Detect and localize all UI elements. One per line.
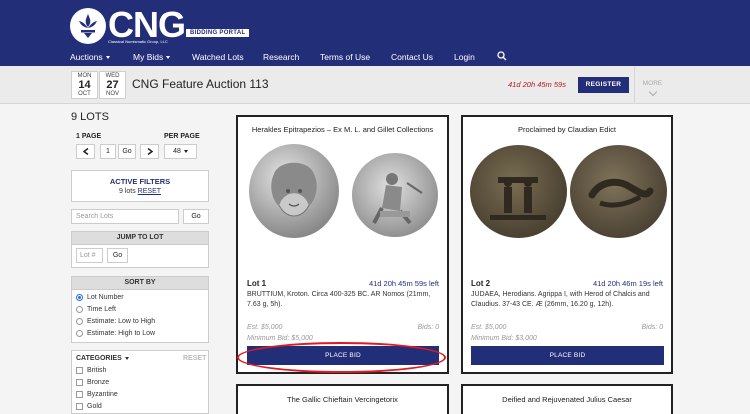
auction-title: CNG Feature Auction 113 bbox=[132, 77, 269, 91]
lot-number[interactable]: Lot 1 bbox=[247, 279, 266, 288]
per-page-select[interactable]: 48 bbox=[164, 144, 197, 159]
reset-filters-link[interactable]: RESET bbox=[138, 188, 161, 195]
chevron-down-icon bbox=[105, 56, 110, 60]
category-gold[interactable]: Gold bbox=[76, 403, 102, 410]
lot-card-header: Proclaimed by Claudian Edict bbox=[518, 125, 616, 134]
lot-bid-count: Bids: 0 bbox=[417, 324, 439, 331]
nav-auctions[interactable]: Auctions bbox=[70, 52, 110, 62]
lot-2-obverse-image[interactable] bbox=[470, 145, 567, 238]
nav-research[interactable]: Research bbox=[263, 52, 299, 62]
categories-toggle[interactable]: CATEGORIES bbox=[76, 355, 129, 362]
page-number-input[interactable]: 1 bbox=[100, 144, 116, 159]
checkbox-icon bbox=[76, 379, 83, 386]
start-month: OCT bbox=[78, 91, 91, 97]
logo-wordmark: CNG bbox=[108, 4, 186, 45]
logo-emblem-icon bbox=[70, 8, 106, 44]
category-british[interactable]: British bbox=[76, 367, 106, 374]
lot-estimate: Est. $5,000 bbox=[471, 324, 507, 331]
cng-logo[interactable]: CNG Classical Numismatic Group, LLC bbox=[70, 4, 186, 45]
lot-1-reverse-image[interactable] bbox=[352, 153, 438, 237]
auction-bar: MON 14 OCT WED 27 NOV CNG Feature Auctio… bbox=[0, 66, 750, 104]
lot-2-reverse-image[interactable] bbox=[570, 145, 667, 238]
start-day: 14 bbox=[78, 79, 91, 91]
radio-icon bbox=[76, 330, 83, 337]
search-icon[interactable] bbox=[497, 51, 507, 63]
lot-time-left: 41d 20h 46m 19s left bbox=[592, 279, 663, 288]
lot-time-left: 41d 20h 45m 59s left bbox=[368, 279, 439, 288]
active-filters-panel: ACTIVE FILTERS 9 lots RESET bbox=[71, 170, 209, 202]
sort-by-header: SORT BY bbox=[71, 276, 209, 290]
chevron-down-icon bbox=[166, 56, 171, 60]
lot-number-input[interactable]: Lot # bbox=[76, 248, 103, 263]
more-button[interactable]: MORE bbox=[634, 66, 670, 104]
active-filters-title: ACTIVE FILTERS bbox=[109, 177, 171, 186]
sort-option-est-high-low[interactable]: Estimate: High to Low bbox=[76, 330, 155, 337]
page-count-label: 1 PAGE bbox=[76, 133, 102, 140]
nav-terms-of-use[interactable]: Terms of Use bbox=[320, 52, 370, 62]
lot-description: JUDAEA, Herodians. Agrippa I, with Herod… bbox=[471, 291, 650, 308]
jump-to-lot-header: JUMP TO LOT bbox=[71, 231, 209, 245]
checkbox-icon bbox=[76, 367, 83, 374]
lot-number[interactable]: Lot 2 bbox=[471, 279, 490, 288]
bidding-portal-badge: BIDDING PORTAL bbox=[186, 29, 250, 37]
jump-go-button[interactable]: Go bbox=[107, 248, 128, 263]
chevron-down-icon bbox=[648, 87, 657, 97]
nav-my-bids[interactable]: My Bids bbox=[133, 52, 171, 62]
next-page-button[interactable] bbox=[140, 144, 159, 159]
lot-bid-count: Bids: 0 bbox=[641, 324, 663, 331]
lot-1-obverse-image[interactable] bbox=[249, 144, 339, 238]
lot-card-1: Herakles Epitrapezios – Ex M. L. and Gil… bbox=[236, 115, 449, 374]
checkbox-icon bbox=[76, 391, 83, 398]
sort-option-est-low-high[interactable]: Estimate: Low to High bbox=[76, 318, 155, 325]
lot-estimate: Est. $5,000 bbox=[247, 324, 283, 331]
active-filters-summary: 9 lots RESET bbox=[118, 188, 162, 195]
category-byzantine[interactable]: Byzantine bbox=[76, 391, 118, 398]
auction-countdown: 41d 20h 45m 59s bbox=[508, 80, 566, 89]
chevron-down-icon bbox=[124, 356, 129, 360]
sort-option-time-left[interactable]: Time Left bbox=[76, 306, 116, 313]
chevron-down-icon bbox=[183, 149, 188, 153]
lot-card-4: Deified and Rejuvenated Julius Caesar bbox=[461, 384, 673, 414]
checkbox-icon bbox=[76, 403, 83, 410]
lot-card-header: The Gallic Chieftain Vercingetorix bbox=[287, 395, 398, 404]
register-button[interactable]: REGISTER bbox=[578, 77, 629, 93]
logo-subtext: Classical Numismatic Group, LLC bbox=[108, 39, 168, 44]
radio-selected-icon bbox=[76, 294, 83, 301]
lots-count: 9 LOTS bbox=[71, 111, 109, 123]
lot-minimum-bid: Minimum Bid: $5,000 bbox=[247, 335, 313, 342]
sort-option-lot-number[interactable]: Lot Number bbox=[76, 294, 124, 301]
place-bid-button[interactable]: PLACE BID bbox=[471, 346, 664, 365]
category-bronze[interactable]: Bronze bbox=[76, 379, 109, 386]
categories-reset[interactable]: RESET bbox=[183, 355, 206, 362]
more-label: MORE bbox=[642, 80, 663, 87]
page-go-button[interactable]: Go bbox=[118, 144, 136, 159]
lot-card-header: Deified and Rejuvenated Julius Caesar bbox=[502, 395, 632, 404]
highlight-oval bbox=[237, 342, 446, 373]
end-day: 27 bbox=[106, 79, 119, 91]
prev-page-button[interactable] bbox=[76, 144, 95, 159]
lot-card-2: Proclaimed by Claudian Edict Lot 2 41d 2… bbox=[461, 115, 673, 374]
search-lots-input[interactable]: Search Lots bbox=[71, 209, 179, 224]
start-date: MON 14 OCT bbox=[71, 71, 98, 99]
nav-contact-us[interactable]: Contact Us bbox=[391, 52, 433, 62]
lot-description: BRUTTIUM, Kroton. Circa 400-325 BC. AR N… bbox=[247, 291, 431, 308]
end-month: NOV bbox=[105, 91, 119, 97]
lot-card-3: The Gallic Chieftain Vercingetorix bbox=[236, 384, 449, 414]
radio-icon bbox=[76, 306, 83, 313]
per-page-label: PER PAGE bbox=[164, 133, 200, 140]
radio-icon bbox=[76, 318, 83, 325]
nav-login[interactable]: Login bbox=[454, 52, 475, 62]
search-go-button[interactable]: Go bbox=[183, 209, 209, 224]
lot-card-header: Herakles Epitrapezios – Ex M. L. and Gil… bbox=[251, 125, 434, 134]
end-date: WED 27 NOV bbox=[99, 71, 126, 99]
top-header: CNG Classical Numismatic Group, LLC BIDD… bbox=[0, 0, 750, 66]
nav-watched-lots[interactable]: Watched Lots bbox=[192, 52, 244, 62]
lot-minimum-bid: Minimum Bid: $3,000 bbox=[471, 335, 537, 342]
